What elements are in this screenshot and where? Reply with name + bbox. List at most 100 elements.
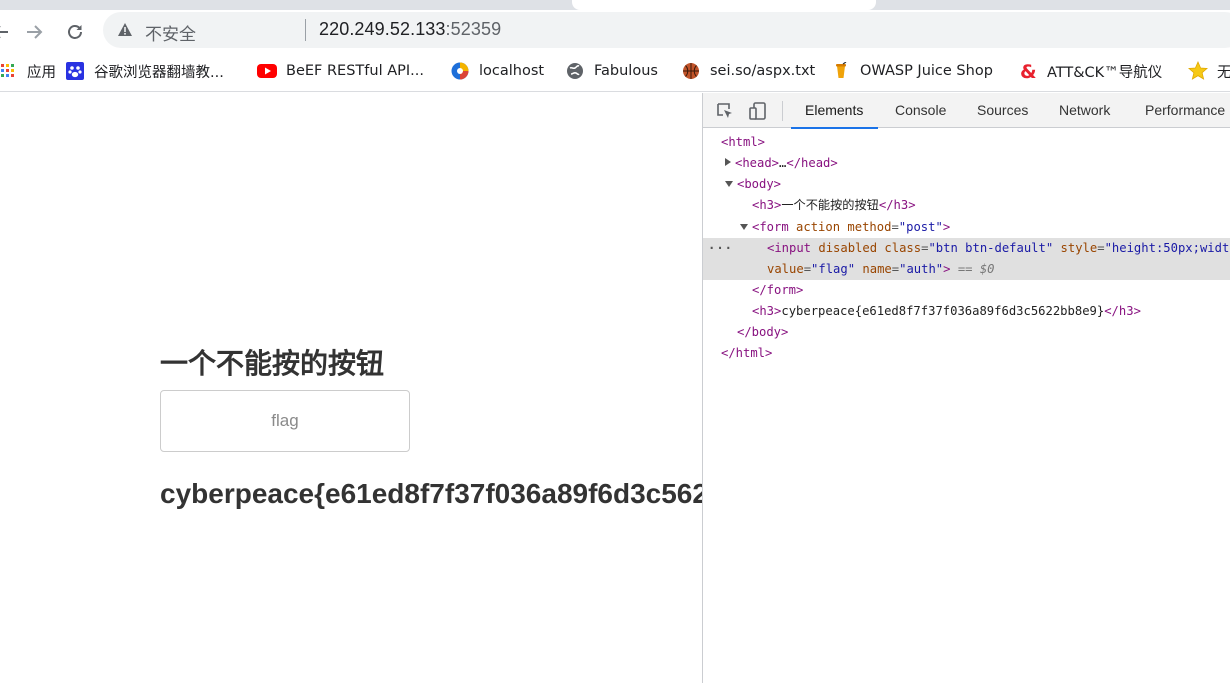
bookmark-item[interactable]: & ATT&CK™导航仪 — [1018, 60, 1162, 82]
dom-node-form[interactable]: <form action method="post"> — [703, 217, 1230, 238]
url-host: 220.249.52.133 — [319, 19, 446, 39]
reload-button[interactable] — [61, 18, 89, 46]
colorful-globe-icon — [450, 61, 470, 81]
bookmark-label: BeEF RESTful API... — [286, 63, 424, 79]
security-label[interactable]: 不安全 — [145, 20, 196, 45]
bookmark-label: sei.so/aspx.txt — [710, 63, 816, 79]
bookmark-item[interactable]: localhost — [450, 60, 544, 82]
dom-node-h3-flag[interactable]: <h3>cyberpeace{e61ed8f7f37f036a89f6d3c56… — [703, 301, 1230, 322]
device-toolbar-button[interactable] — [747, 100, 769, 122]
attr-name: disabled — [818, 241, 878, 255]
youtube-icon — [257, 61, 277, 81]
dom-node-html-open[interactable]: <html> — [703, 132, 1230, 153]
attr-name: class — [884, 241, 922, 255]
attr-value: "post" — [898, 220, 943, 234]
page-heading: 一个不能按的按钮 — [160, 347, 385, 380]
tag-text: <html> — [721, 135, 766, 149]
dom-node-body-close[interactable]: </body> — [703, 322, 1230, 343]
svg-text:&: & — [1020, 61, 1037, 81]
back-button[interactable] — [0, 18, 14, 46]
tag-text: <form — [752, 220, 789, 234]
tag-text: > — [942, 220, 951, 234]
ampersand-icon: & — [1018, 61, 1038, 81]
forward-button[interactable] — [21, 18, 49, 46]
collapse-triangle-icon[interactable] — [725, 181, 733, 187]
bookmark-label: OWASP Juice Shop — [860, 63, 993, 79]
warning-icon[interactable] — [117, 22, 133, 42]
collapse-triangle-icon[interactable] — [740, 224, 748, 230]
attr-value: "height:50px;width:200px;" — [1104, 241, 1230, 255]
tab-strip — [0, 0, 1230, 10]
tag-text: </h3> — [878, 198, 916, 212]
active-tab-edge[interactable] — [572, 0, 876, 10]
back-arrow-icon — [0, 26, 8, 38]
bookmark-apps[interactable]: 应用 — [0, 60, 56, 82]
tag-text: <head> — [735, 156, 780, 170]
star-icon — [1188, 61, 1208, 81]
url-port: :52359 — [445, 19, 502, 39]
tab-performance[interactable]: Performance — [1145, 93, 1225, 128]
flag-button-disabled: flag — [160, 390, 410, 452]
juice-icon — [831, 61, 851, 81]
attr-name: action — [796, 220, 841, 234]
bookmark-label: 无 — [1217, 64, 1230, 81]
bookmark-label: 谷歌浏览器翻墙教... — [94, 64, 224, 81]
globe-icon — [565, 61, 585, 81]
attr-value: "flag" — [811, 262, 856, 276]
bookmark-item[interactable]: 无 — [1188, 60, 1230, 82]
elements-dom-tree: <html> <head>…</head> <body> <h3>一个不能按的按… — [703, 129, 1230, 683]
bookmark-item[interactable]: OWASP Juice Shop — [831, 60, 993, 82]
dom-node-input-selected[interactable]: ··· <input disabled class="btn btn-defau… — [703, 238, 1230, 280]
bookmark-item[interactable]: BeEF RESTful API... — [257, 60, 424, 82]
tab-sources[interactable]: Sources — [977, 93, 1028, 128]
bookmark-label: localhost — [479, 63, 545, 79]
bookmark-item[interactable]: sei.so/aspx.txt — [681, 60, 815, 82]
tag-text: </form> — [752, 283, 804, 297]
tag-text: </head> — [786, 156, 838, 170]
basketball-icon — [681, 61, 701, 81]
toolbar-divider — [782, 101, 783, 121]
bookmark-item[interactable]: Fabulous — [565, 60, 658, 82]
dom-node-h3[interactable]: <h3>一个不能按的按钮</h3> — [703, 195, 1230, 216]
tab-network[interactable]: Network — [1059, 93, 1110, 128]
node-menu-icon[interactable]: ··· — [708, 238, 733, 259]
dom-node-html-close[interactable]: </html> — [703, 343, 1230, 364]
attr-name: method — [847, 220, 892, 234]
tab-elements[interactable]: Elements — [790, 93, 879, 129]
dom-node-form-close[interactable]: </form> — [703, 280, 1230, 301]
bookmarks-bar: 应用 谷歌浏览器翻墙教... BeEF RESTful API... local… — [0, 52, 1230, 92]
dom-node-body[interactable]: <body> — [703, 174, 1230, 195]
tag-text: <h3> — [752, 198, 782, 212]
node-text: 一个不能按的按钮 — [781, 198, 879, 212]
tag-text: > — [943, 262, 951, 276]
attr-name: value — [767, 262, 804, 276]
bookmark-label: Fabulous — [594, 63, 658, 79]
bookmark-item[interactable]: 谷歌浏览器翻墙教... — [65, 60, 224, 82]
forward-arrow-icon — [27, 25, 43, 39]
address-bar[interactable]: 不安全 220.249.52.133:52359 — [103, 12, 1230, 48]
dom-node-head[interactable]: <head>…</head> — [703, 153, 1230, 174]
url-text[interactable]: 220.249.52.133:52359 — [319, 19, 501, 40]
tag-text: </html> — [721, 346, 773, 360]
tag-text: <h3> — [752, 304, 782, 318]
device-icon — [749, 102, 766, 120]
tab-console[interactable]: Console — [895, 93, 946, 128]
tag-text: <input — [767, 241, 812, 255]
node-text: cyberpeace{e61ed8f7f37f036a89f6d3c5622bb… — [781, 304, 1105, 318]
attr-name: name — [862, 262, 892, 276]
reload-icon — [68, 25, 82, 39]
browser-toolbar: 不安全 220.249.52.133:52359 — [0, 10, 1230, 52]
tag-text: </body> — [737, 325, 789, 339]
tag-text: <body> — [737, 177, 782, 191]
flag-text: cyberpeace{e61ed8f7f37f036a89f6d3c5622bb… — [160, 478, 703, 509]
page-viewport: 一个不能按的按钮 flag cyberpeace{e61ed8f7f37f036… — [0, 93, 703, 683]
inspect-element-button[interactable] — [714, 100, 736, 122]
bookmark-label: ATT&CK™导航仪 — [1047, 64, 1163, 81]
paw-icon — [65, 61, 85, 81]
bookmark-label: 应用 — [27, 64, 56, 81]
devtools-tabbar: Elements Console Sources Network Perform… — [703, 93, 1230, 129]
attr-name: style — [1060, 241, 1098, 255]
attr-value: "btn btn-default" — [928, 241, 1054, 255]
apps-grid-icon — [0, 61, 18, 81]
expand-triangle-icon[interactable] — [725, 158, 731, 166]
